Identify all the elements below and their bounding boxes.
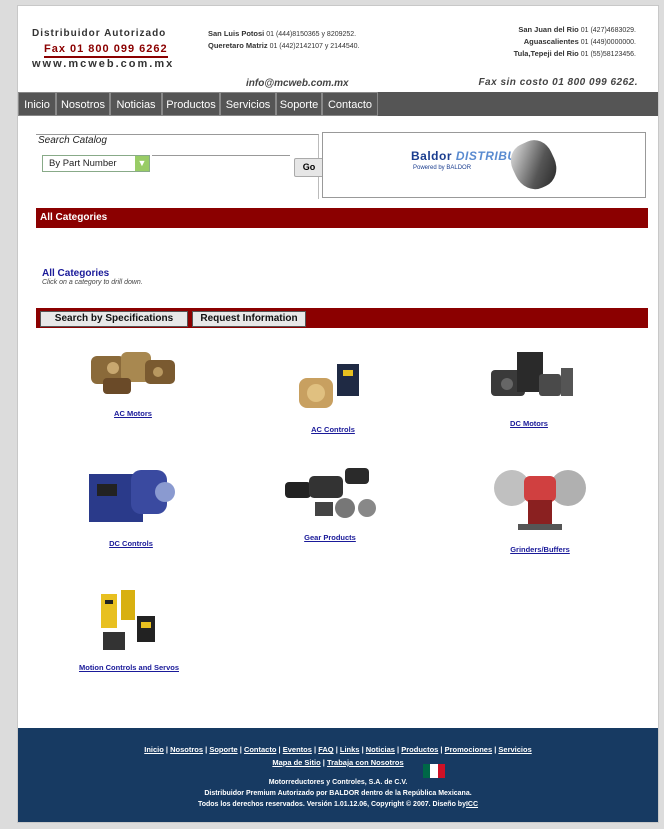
footer-copyright-text: Todos los derechos reservados. Versión 1… — [197, 801, 466, 808]
footer-link-faq[interactable]: FAQ — [318, 745, 333, 754]
ac-motors-image — [91, 352, 175, 394]
footer-link-noticias[interactable]: Noticias — [366, 745, 395, 754]
location-city: Tula,Tepeji del Rio — [513, 49, 579, 58]
category-label[interactable]: Motion Controls and Servos — [64, 663, 194, 672]
brand-url: www.mcweb.com.mx — [32, 58, 175, 70]
category-dc-controls[interactable]: DC Controls — [76, 460, 186, 548]
category-label[interactable]: DC Motors — [474, 419, 584, 428]
footer-company-info: Motorreductores y Controles, S.A. de C.V… — [18, 777, 658, 810]
brand-line1: Distribuidor Autorizado — [32, 28, 167, 39]
email-link[interactable]: info@mcweb.com.mx — [246, 78, 349, 89]
search-type-select[interactable]: By Part Number ▼ — [42, 155, 150, 172]
all-categories-bar-title: All Categories — [40, 212, 108, 223]
fax-text: Fax sin costo 01 800 099 6262. — [478, 77, 638, 88]
page: Distribuidor Autorizado Fax 01 800 099 6… — [18, 6, 658, 822]
category-motion-controls-servos[interactable]: Motion Controls and Servos — [64, 586, 194, 672]
nav-item-productos[interactable]: Productos — [162, 92, 220, 116]
search-input[interactable] — [152, 155, 290, 171]
category-grinders-buffers[interactable]: Grinders/Buffers — [480, 460, 600, 554]
brand-logo[interactable]: Distribuidor Autorizado Fax 01 800 099 6… — [32, 28, 172, 70]
brand-fax: Fax 01 800 099 6262 — [44, 43, 168, 58]
location-phone: 01 (444)8150365 y 8209252. — [266, 31, 357, 38]
footer-link-soporte[interactable]: Soporte — [209, 745, 237, 754]
tab-request-information[interactable]: Request Information — [192, 311, 306, 327]
location-phone: 01 (427)4683029. — [580, 27, 636, 34]
category-dc-motors[interactable]: DC Motors — [474, 346, 584, 428]
main-nav: Inicio Nosotros Noticias Productos Servi… — [18, 92, 658, 116]
footer-company-name: Motorreductores y Controles, S.A. de C.V… — [268, 779, 408, 786]
mexico-flag-icon — [423, 764, 445, 778]
all-categories-bar: All Categories — [36, 208, 648, 228]
chevron-down-icon[interactable]: ▼ — [135, 156, 149, 171]
footer-links: Inicio | Nosotros | Soporte | Contacto |… — [144, 745, 532, 767]
locations-left: San Luis Potosi 01 (444)8150365 y 820925… — [208, 28, 359, 52]
mouse-image — [504, 134, 564, 196]
category-ac-motors[interactable]: AC Motors — [78, 342, 188, 418]
footer-link-promociones[interactable]: Promociones — [445, 745, 493, 754]
dc-motors-image — [491, 352, 573, 396]
nav-item-inicio[interactable]: Inicio — [18, 92, 56, 116]
ac-controls-image — [299, 364, 359, 408]
nav-item-noticias[interactable]: Noticias — [110, 92, 162, 116]
go-button[interactable]: Go — [294, 158, 324, 177]
nav-item-nosotros[interactable]: Nosotros — [56, 92, 110, 116]
category-ac-controls[interactable]: AC Controls — [278, 358, 388, 434]
tab-search-by-specifications[interactable]: Search by Specifications — [40, 311, 188, 327]
category-label[interactable]: Grinders/Buffers — [480, 545, 600, 554]
footer-distributor-line: Distribuidor Premium Autorizado por BALD… — [204, 790, 472, 797]
search-type-value: By Part Number — [49, 158, 117, 169]
banner-powered-by: Powered by BALDOR — [413, 165, 472, 171]
footer-link-contacto[interactable]: Contacto — [244, 745, 277, 754]
search-catalog-title: Search Catalog — [38, 135, 107, 146]
location-city: San Luis Potosi — [208, 29, 265, 38]
location-phone: 01 (449)0000000. — [580, 39, 636, 46]
nav-item-contacto[interactable]: Contacto — [322, 92, 378, 116]
location-phone: 01 (55)58123456. — [580, 51, 636, 58]
location-city: San Juan del Rio — [518, 25, 579, 34]
search-catalog: Search Catalog By Part Number ▼ Go — [36, 134, 324, 199]
footer-link-trabaja[interactable]: Trabaja con Nosotros — [327, 758, 404, 767]
footer: Inicio | Nosotros | Soporte | Contacto |… — [18, 728, 658, 822]
dc-controls-image — [89, 470, 175, 522]
category-gear-products[interactable]: Gear Products — [272, 460, 388, 542]
tabs-bar: Search by Specifications Request Informa… — [36, 308, 648, 328]
footer-link-servicios[interactable]: Servicios — [498, 745, 531, 754]
banner-brand-name: Baldor — [411, 149, 453, 163]
all-categories-link[interactable]: All Categories — [42, 268, 143, 279]
nav-item-servicios[interactable]: Servicios — [220, 92, 276, 116]
nav-item-soporte[interactable]: Soporte — [276, 92, 322, 116]
footer-link-nosotros[interactable]: Nosotros — [170, 745, 203, 754]
all-categories-section: All Categories Click on a category to dr… — [42, 268, 143, 286]
footer-link-mapa-de-sitio[interactable]: Mapa de Sitio — [272, 758, 320, 767]
footer-link-eventos[interactable]: Eventos — [283, 745, 312, 754]
location-city: Aguascalientes — [523, 37, 579, 46]
category-label[interactable]: DC Controls — [76, 539, 186, 548]
baldor-distributor-banner[interactable]: Baldor DISTRIBUTOR Powered by BALDOR — [322, 132, 646, 198]
footer-link-inicio[interactable]: Inicio — [144, 745, 164, 754]
footer-link-icc[interactable]: ICC — [466, 801, 478, 808]
motion-controls-image — [101, 590, 155, 650]
category-label[interactable]: AC Motors — [78, 409, 188, 418]
all-categories-hint: Click on a category to drill down. — [42, 279, 143, 286]
header: Distribuidor Autorizado Fax 01 800 099 6… — [18, 6, 658, 94]
locations-right: San Juan del Rio 01 (427)4683029. Aguasc… — [514, 24, 636, 60]
location-phone: 01 (442)2142107 y 2144540. — [269, 43, 360, 50]
category-label[interactable]: Gear Products — [272, 533, 388, 542]
category-label[interactable]: AC Controls — [278, 425, 388, 434]
footer-link-links[interactable]: Links — [340, 745, 360, 754]
location-city: Queretaro Matriz — [208, 41, 268, 50]
gear-products-image — [285, 468, 376, 518]
grinders-buffers-image — [494, 470, 586, 530]
footer-copyright: Todos los derechos reservados. Versión 1… — [18, 799, 658, 810]
footer-link-productos[interactable]: Productos — [401, 745, 438, 754]
